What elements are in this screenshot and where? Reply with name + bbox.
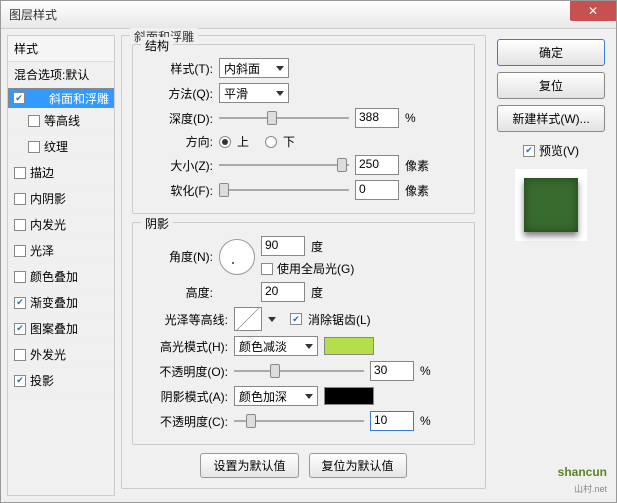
angle-dial[interactable] bbox=[219, 239, 255, 275]
soften-slider[interactable] bbox=[219, 181, 349, 199]
size-label: 大小(Z): bbox=[143, 157, 213, 174]
effect-color-overlay[interactable]: 颜色叠加 bbox=[8, 264, 114, 290]
checkbox-icon[interactable] bbox=[28, 115, 40, 127]
effect-drop-shadow[interactable]: ✔投影 bbox=[8, 368, 114, 394]
effect-inner-glow[interactable]: 内发光 bbox=[8, 212, 114, 238]
gloss-contour-picker[interactable] bbox=[234, 307, 262, 331]
ok-button[interactable]: 确定 bbox=[497, 39, 605, 66]
right-panel: 确定 复位 新建样式(W)... ✔ 预览(V) bbox=[492, 35, 610, 496]
direction-label: 方向: bbox=[143, 133, 213, 150]
shadow-mode-select[interactable]: 颜色加深 bbox=[234, 386, 318, 406]
depth-slider[interactable] bbox=[219, 109, 349, 127]
checkbox-icon[interactable] bbox=[14, 219, 26, 231]
soften-label: 软化(F): bbox=[143, 182, 213, 199]
shading-group: 阴影 角度(N): 90 度 使用全局光(G) bbox=[132, 222, 475, 445]
highlight-opacity-input[interactable]: 30 bbox=[370, 361, 414, 381]
preview-thumbnail bbox=[515, 169, 587, 241]
angle-input[interactable]: 90 bbox=[261, 236, 305, 256]
shadow-opacity-label: 不透明度(C): bbox=[143, 413, 228, 430]
styles-header: 样式 bbox=[8, 36, 114, 62]
altitude-label: 高度: bbox=[143, 284, 213, 301]
shadow-mode-label: 阴影模式(A): bbox=[143, 388, 228, 405]
shadow-color-swatch[interactable] bbox=[324, 387, 374, 405]
effect-bevel-emboss[interactable]: ✔斜面和浮雕 bbox=[8, 88, 114, 108]
cancel-button[interactable]: 复位 bbox=[497, 72, 605, 99]
effect-stroke[interactable]: 描边 bbox=[8, 160, 114, 186]
shadow-opacity-slider[interactable] bbox=[234, 412, 364, 430]
altitude-input[interactable]: 20 bbox=[261, 282, 305, 302]
global-light-label: 使用全局光(G) bbox=[277, 260, 354, 277]
size-unit: 像素 bbox=[405, 157, 429, 174]
size-input[interactable]: 250 bbox=[355, 155, 399, 175]
preview-label: 预览(V) bbox=[539, 142, 579, 159]
depth-label: 深度(D): bbox=[143, 110, 213, 127]
structure-group: 结构 样式(T): 内斜面 方法(Q): 平滑 深度(D): 388 % bbox=[132, 44, 475, 214]
make-default-button[interactable]: 设置为默认值 bbox=[200, 453, 298, 478]
chevron-down-icon bbox=[276, 66, 284, 71]
effect-outer-glow[interactable]: 外发光 bbox=[8, 342, 114, 368]
structure-title: 结构 bbox=[141, 37, 173, 54]
close-icon: ✕ bbox=[588, 4, 598, 18]
window-title: 图层样式 bbox=[9, 6, 57, 23]
checkbox-icon[interactable]: ✔ bbox=[13, 92, 25, 104]
effect-inner-shadow[interactable]: 内阴影 bbox=[8, 186, 114, 212]
checkbox-icon[interactable] bbox=[28, 141, 40, 153]
effect-texture[interactable]: 纹理 bbox=[8, 134, 114, 160]
gloss-label: 光泽等高线: bbox=[143, 311, 228, 328]
direction-up-radio[interactable] bbox=[219, 136, 231, 148]
technique-label: 方法(Q): bbox=[143, 85, 213, 102]
shadow-opacity-input[interactable]: 10 bbox=[370, 411, 414, 431]
highlight-mode-label: 高光模式(H): bbox=[143, 338, 228, 355]
effect-gradient-overlay[interactable]: ✔渐变叠加 bbox=[8, 290, 114, 316]
depth-input[interactable]: 388 bbox=[355, 108, 399, 128]
bevel-group: 斜面和浮雕 结构 样式(T): 内斜面 方法(Q): 平滑 深度(D): 388 bbox=[121, 35, 486, 489]
style-select[interactable]: 内斜面 bbox=[219, 58, 289, 78]
layer-style-dialog: 图层样式 ✕ 样式 混合选项:默认 ✔斜面和浮雕 等高线 纹理 描边 内阴影 内… bbox=[0, 0, 617, 503]
technique-select[interactable]: 平滑 bbox=[219, 83, 289, 103]
highlight-mode-select[interactable]: 颜色减淡 bbox=[234, 336, 318, 356]
watermark: shancun山村.net bbox=[558, 459, 607, 495]
chevron-down-icon bbox=[276, 91, 284, 96]
direction-down-radio[interactable] bbox=[265, 136, 277, 148]
preview-image bbox=[524, 178, 578, 232]
effect-pattern-overlay[interactable]: ✔图案叠加 bbox=[8, 316, 114, 342]
blending-options[interactable]: 混合选项:默认 bbox=[8, 62, 114, 88]
checkbox-icon[interactable]: ✔ bbox=[14, 375, 26, 387]
soften-unit: 像素 bbox=[405, 182, 429, 199]
highlight-opacity-label: 不透明度(O): bbox=[143, 363, 228, 380]
reset-default-button[interactable]: 复位为默认值 bbox=[309, 453, 407, 478]
shading-title: 阴影 bbox=[141, 215, 173, 232]
checkbox-icon[interactable] bbox=[14, 271, 26, 283]
antialias-checkbox[interactable]: ✔ bbox=[290, 313, 302, 325]
highlight-color-swatch[interactable] bbox=[324, 337, 374, 355]
checkbox-icon[interactable]: ✔ bbox=[14, 323, 26, 335]
preview-checkbox[interactable]: ✔ bbox=[523, 145, 535, 157]
chevron-down-icon bbox=[305, 394, 313, 399]
global-light-checkbox[interactable] bbox=[261, 263, 273, 275]
highlight-opacity-slider[interactable] bbox=[234, 362, 364, 380]
style-label: 样式(T): bbox=[143, 60, 213, 77]
effect-satin[interactable]: 光泽 bbox=[8, 238, 114, 264]
checkbox-icon[interactable] bbox=[14, 193, 26, 205]
close-button[interactable]: ✕ bbox=[570, 1, 616, 21]
styles-list: 样式 混合选项:默认 ✔斜面和浮雕 等高线 纹理 描边 内阴影 内发光 光泽 颜… bbox=[7, 35, 115, 496]
size-slider[interactable] bbox=[219, 156, 349, 174]
effect-contour[interactable]: 等高线 bbox=[8, 108, 114, 134]
checkbox-icon[interactable] bbox=[14, 349, 26, 361]
depth-unit: % bbox=[405, 111, 416, 125]
title-bar: 图层样式 ✕ bbox=[1, 1, 616, 29]
checkbox-icon[interactable] bbox=[14, 245, 26, 257]
new-style-button[interactable]: 新建样式(W)... bbox=[497, 105, 605, 132]
angle-label: 角度(N): bbox=[143, 248, 213, 265]
checkbox-icon[interactable] bbox=[14, 167, 26, 179]
antialias-label: 消除锯齿(L) bbox=[308, 311, 371, 328]
checkbox-icon[interactable]: ✔ bbox=[14, 297, 26, 309]
settings-panel: 斜面和浮雕 结构 样式(T): 内斜面 方法(Q): 平滑 深度(D): 388 bbox=[115, 35, 492, 496]
chevron-down-icon bbox=[305, 344, 313, 349]
chevron-down-icon[interactable] bbox=[268, 317, 276, 322]
soften-input[interactable]: 0 bbox=[355, 180, 399, 200]
